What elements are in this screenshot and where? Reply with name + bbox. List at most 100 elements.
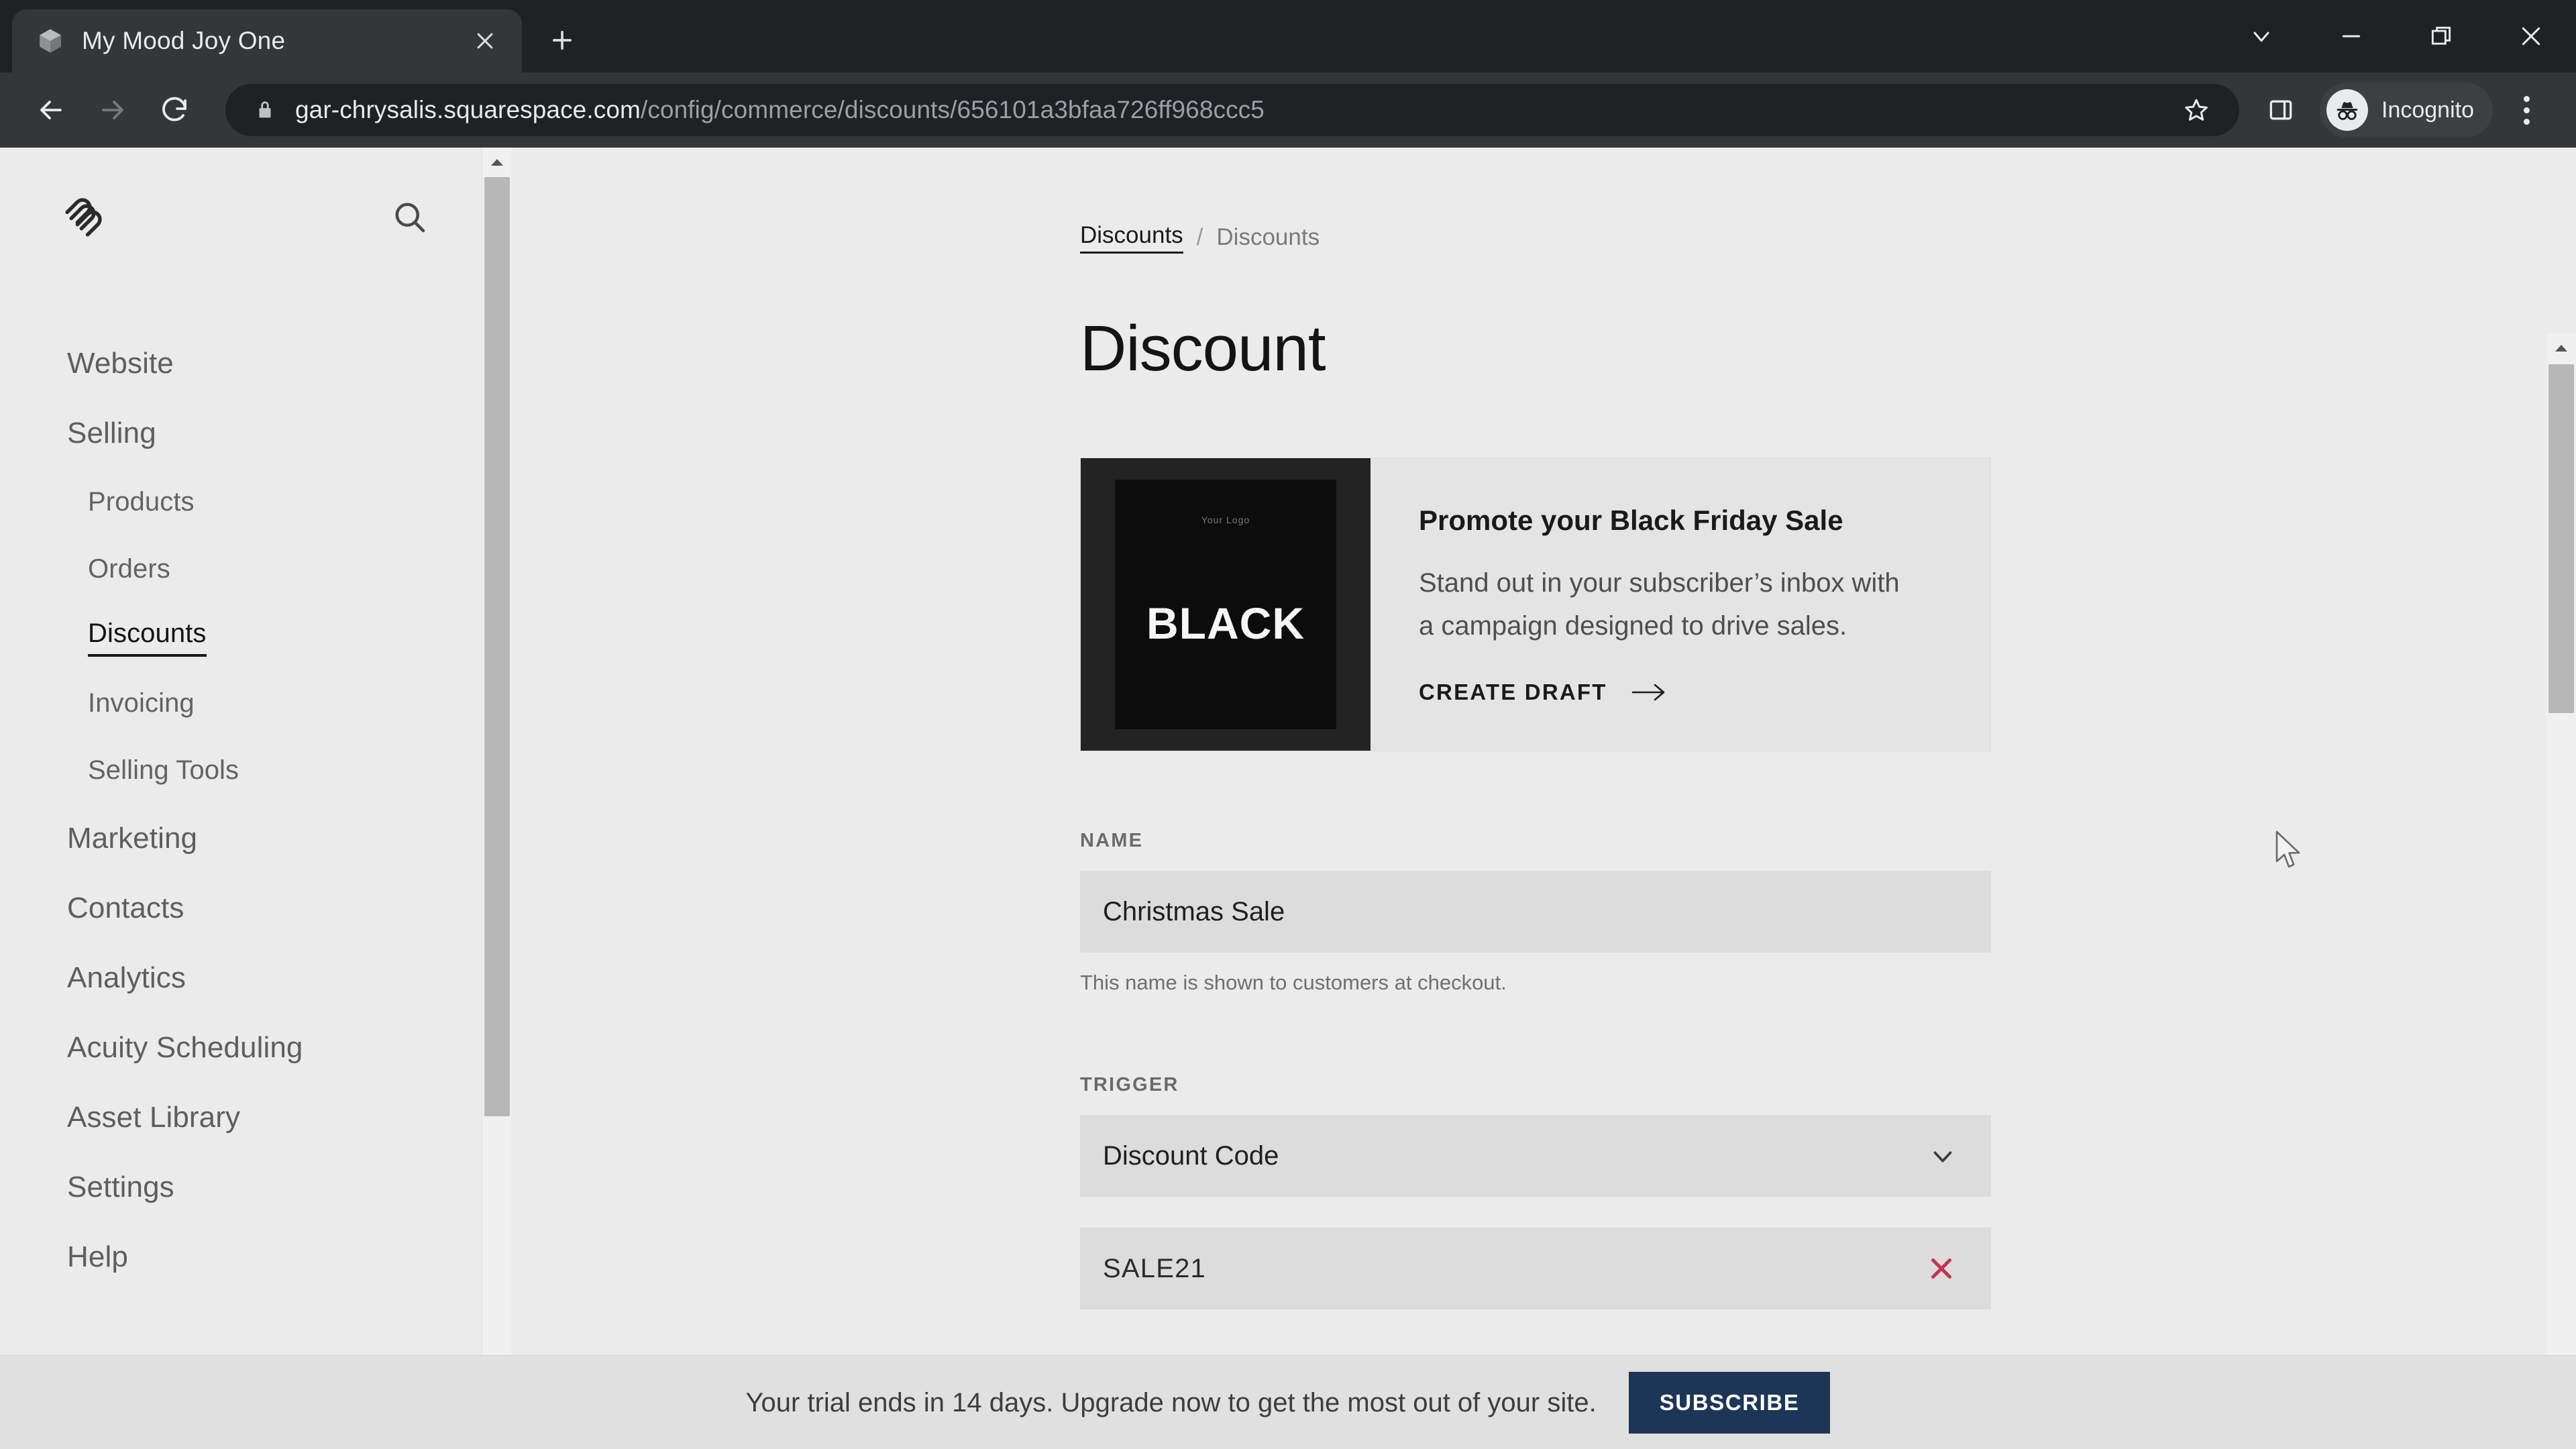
sidebar-item-orders[interactable]: Orders — [0, 535, 480, 602]
cube-icon — [36, 27, 64, 55]
name-field-help: This name is shown to customers at check… — [1080, 971, 1507, 994]
promo-heading: Promote your Black Friday Sale — [1419, 504, 1843, 536]
scroll-up-icon[interactable] — [482, 148, 512, 177]
discount-code-value: SALE21 — [1103, 1254, 1206, 1283]
browser-tab[interactable]: My Mood Joy One — [12, 9, 522, 72]
sidebar-item-discounts[interactable]: Discounts — [0, 602, 480, 669]
sidebar-item-website[interactable]: Website — [0, 329, 480, 398]
trial-banner: Your trial ends in 14 days. Upgrade now … — [0, 1355, 2576, 1449]
promo-body: Promote your Black Friday Sale Stand out… — [1371, 458, 1990, 751]
promo-thumbnail: Your Logo BLACK — [1081, 458, 1371, 751]
trigger-field-group: TRIGGER Discount Code — [1080, 1073, 1991, 1197]
breadcrumb-current: Discounts — [1216, 224, 1320, 250]
sidebar-item-asset-library[interactable]: Asset Library — [0, 1083, 480, 1152]
sidebar-item-acuity-scheduling[interactable]: Acuity Scheduling — [0, 1013, 480, 1083]
breadcrumb-parent-link[interactable]: Discounts — [1080, 221, 1183, 254]
profile-chip[interactable]: Incognito — [2320, 83, 2493, 138]
minimize-icon[interactable] — [2306, 0, 2396, 72]
sidebar-item-label: Acuity Scheduling — [67, 1031, 303, 1064]
sidebar-item-label: Selling — [67, 417, 156, 449]
chevron-down-icon — [1927, 1140, 1959, 1171]
discount-code-field-group: SALE21 — [1080, 1228, 1991, 1309]
breadcrumb: Discounts / Discounts — [1080, 221, 2328, 254]
breadcrumb-separator: / — [1196, 224, 1203, 250]
side-panel-icon[interactable] — [2251, 80, 2310, 140]
squarespace-logo-icon[interactable] — [59, 192, 110, 243]
name-field-label: NAME — [1080, 830, 1144, 851]
scroll-up-icon[interactable] — [2546, 333, 2576, 363]
name-field-group: NAME Christmas Sale This name is shown t… — [1080, 829, 1991, 996]
promo-thumb-word: BLACK — [1146, 598, 1305, 648]
sidebar-item-products[interactable]: Products — [0, 468, 480, 535]
page-title: Discount — [1080, 313, 1326, 384]
url-text: gar-chrysalis.squarespace.com/config/com… — [295, 95, 2176, 125]
sidebar-item-settings[interactable]: Settings — [0, 1152, 480, 1222]
sidebar-item-contacts[interactable]: Contacts — [0, 873, 480, 943]
close-x-icon[interactable] — [1924, 1252, 1959, 1285]
create-draft-button[interactable]: CREATE DRAFT — [1419, 680, 1950, 705]
sidebar-item-selling[interactable]: Selling — [0, 398, 480, 468]
scrollbar-thumb[interactable] — [2548, 364, 2574, 713]
sidebar-scrollbar[interactable] — [482, 148, 511, 1449]
arrow-left-icon[interactable] — [20, 79, 82, 141]
sidebar-item-label: Asset Library — [67, 1101, 241, 1134]
chevron-down-icon[interactable] — [2216, 0, 2306, 72]
sidebar-item-selling-tools[interactable]: Selling Tools — [0, 737, 480, 804]
sidebar-item-label: Orders — [88, 554, 170, 584]
promo-thumb-logo-text: Your Logo — [1201, 515, 1250, 525]
trigger-select-value: Discount Code — [1103, 1141, 1279, 1171]
sidebar-header — [0, 148, 480, 243]
sidebar-item-label: Settings — [67, 1171, 174, 1203]
sidebar-item-analytics[interactable]: Analytics — [0, 943, 480, 1013]
sidebar-item-label: Help — [67, 1240, 128, 1273]
arrow-right-icon — [1631, 682, 1666, 703]
sidebar-item-label: Analytics — [67, 961, 186, 994]
url-path: /config/commerce/discounts/656101a3bfaa7… — [640, 96, 1265, 123]
profile-label: Incognito — [2381, 97, 2474, 123]
subscribe-button[interactable]: SUBSCRIBE — [1628, 1371, 1831, 1434]
squarespace-app: Website Selling Products Orders Discounts Inv… — [0, 148, 2576, 1449]
discount-code-input[interactable]: SALE21 — [1080, 1228, 1991, 1309]
scrollbar-thumb[interactable] — [484, 177, 510, 1116]
trigger-select[interactable]: Discount Code — [1080, 1115, 1991, 1197]
restore-icon[interactable] — [2396, 0, 2486, 72]
sidebar-item-label: Website — [67, 347, 174, 380]
reload-icon[interactable] — [144, 79, 205, 141]
tab-title: My Mood Joy One — [82, 27, 286, 54]
sidebar-item-label: Marketing — [67, 822, 198, 855]
window-controls — [2216, 0, 2576, 72]
window-close-icon[interactable] — [2486, 0, 2576, 72]
incognito-icon — [2326, 89, 2368, 131]
close-icon[interactable] — [467, 23, 503, 59]
trigger-field-label: TRIGGER — [1080, 1074, 1179, 1095]
arrow-right-icon[interactable] — [82, 79, 144, 141]
promo-description: Stand out in your subscriber’s inbox wit… — [1419, 568, 1900, 641]
trial-message: Your trial ends in 14 days. Upgrade now … — [745, 1387, 1597, 1417]
name-input[interactable]: Christmas Sale — [1080, 871, 1991, 953]
sidebar-item-marketing[interactable]: Marketing — [0, 804, 480, 873]
new-tab-button[interactable] — [537, 15, 588, 66]
sidebar: Website Selling Products Orders Discounts Inv… — [0, 148, 480, 1449]
sidebar-item-label: Discounts — [88, 616, 207, 657]
page-scrollbar[interactable] — [2546, 333, 2576, 1449]
search-icon[interactable] — [388, 196, 431, 239]
browser-window: My Mood Joy One gar-chrysalis.squarespac… — [0, 0, 2576, 1449]
browser-titlebar: My Mood Joy One — [0, 0, 2576, 72]
three-dots-icon[interactable] — [2497, 80, 2556, 140]
url-host: gar-chrysalis.squarespace.com — [295, 96, 641, 123]
name-input-value: Christmas Sale — [1103, 897, 1285, 926]
lock-icon — [248, 99, 282, 121]
browser-toolbar: gar-chrysalis.squarespace.com/config/com… — [0, 72, 2576, 148]
star-icon[interactable] — [2176, 96, 2216, 124]
sidebar-item-help[interactable]: Help — [0, 1222, 480, 1292]
sidebar-nav: Website Selling Products Orders Discounts Inv… — [0, 243, 480, 1292]
tab-strip: My Mood Joy One — [0, 0, 588, 72]
promo-card: Your Logo BLACK Promote your Black Frida… — [1080, 458, 1991, 751]
sidebar-item-label: Invoicing — [88, 688, 195, 718]
sidebar-item-invoicing[interactable]: Invoicing — [0, 669, 480, 737]
page-viewport: Website Selling Products Orders Discounts Inv… — [0, 148, 2576, 1449]
sidebar-item-label: Selling Tools — [88, 755, 239, 785]
create-draft-label: CREATE DRAFT — [1419, 680, 1607, 704]
address-bar[interactable]: gar-chrysalis.squarespace.com/config/com… — [225, 84, 2239, 136]
main-content: Discounts / Discounts Discount Your Logo… — [517, 148, 2576, 1449]
